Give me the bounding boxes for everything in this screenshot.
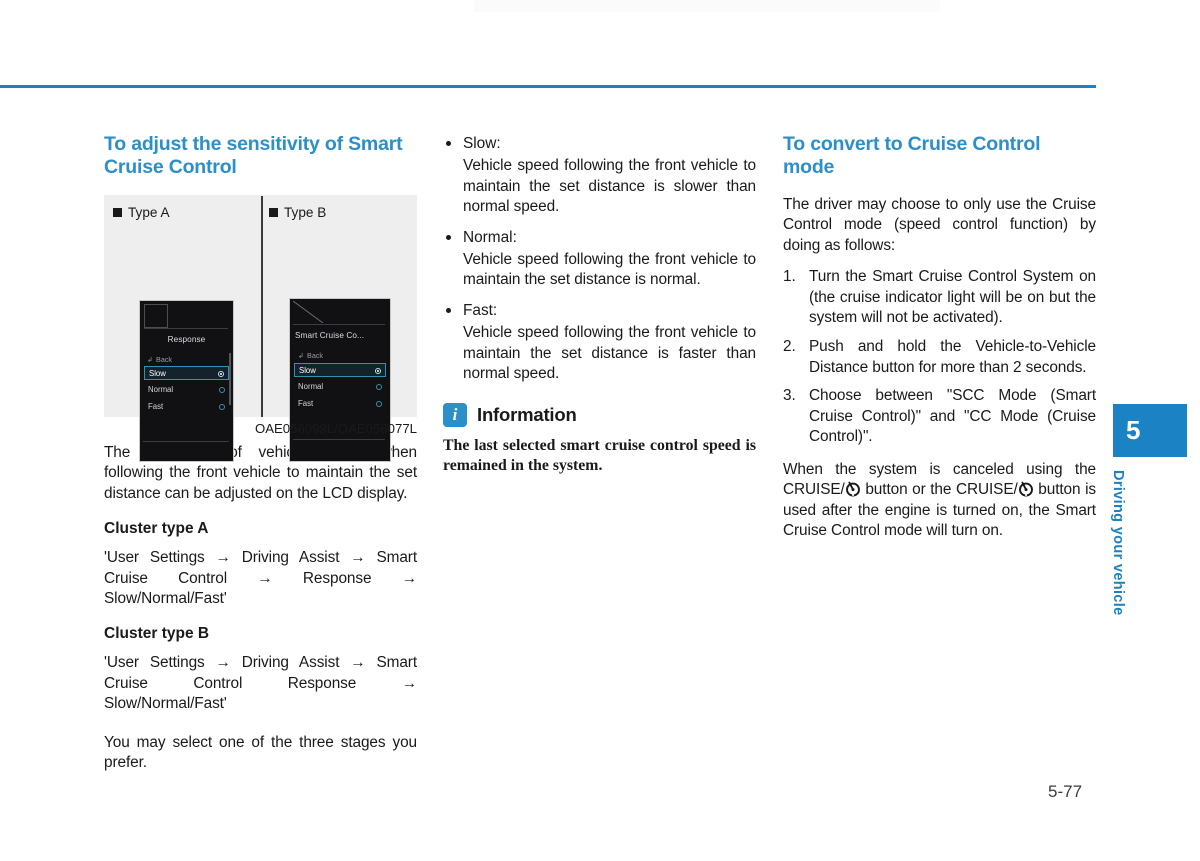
information-header: i Information xyxy=(443,402,756,427)
cluster-display-type-a: Response ↲ Back Slow Normal Fast xyxy=(139,300,234,462)
bullet-square-icon xyxy=(113,208,122,217)
cluster-a-corner-box xyxy=(144,304,168,328)
closing-text-part2: button or the CRUISE/ xyxy=(860,481,1018,499)
bullet-body-slow: Vehicle speed following the front vehicl… xyxy=(463,157,756,216)
right-intro-paragraph: The driver may choose to only use the Cr… xyxy=(783,196,1096,254)
radio-empty-icon xyxy=(376,401,382,407)
cruise-speedometer-icon xyxy=(845,481,861,497)
page-title-right: To convert to Cruise Control mode xyxy=(783,133,1041,178)
left-closing-paragraph: You may select one of the three stages y… xyxy=(104,733,417,772)
radio-empty-icon xyxy=(376,384,382,390)
bullet-title-slow-text: Slow: xyxy=(463,135,501,152)
step-text-3: Choose between "SCC Mode (Smart Cruise C… xyxy=(809,387,1096,446)
chapter-number: 5 xyxy=(1126,415,1141,445)
information-icon: i xyxy=(443,402,467,427)
column-left: To adjust the sensitivity of Smart Cruis… xyxy=(104,133,417,773)
cluster-b-option-fast-label: Fast xyxy=(298,399,314,408)
cruise-conversion-steps: 1. Turn the Smart Cruise Control System … xyxy=(783,267,1096,448)
cluster-b-back-row: ↲ Back xyxy=(298,351,323,360)
bullet-body-fast: Vehicle speed following the front vehicl… xyxy=(463,323,756,383)
cluster-b-option-normal[interactable]: Normal xyxy=(294,380,386,394)
list-item: 1. Turn the Smart Cruise Control System … xyxy=(783,267,1096,329)
step-number-1: 1. xyxy=(783,268,796,286)
cluster-type-a-path: 'User Settings → Driving Assist → Smart … xyxy=(104,549,417,608)
bullet-square-icon xyxy=(269,208,278,217)
list-item: Fast: Vehicle speed following the front … xyxy=(443,300,756,385)
cluster-type-a-heading: Cluster type A xyxy=(104,520,209,538)
right-closing-paragraph: When the system is canceled using the CR… xyxy=(783,460,1096,542)
radio-empty-icon xyxy=(219,387,225,393)
cluster-a-back-row: ↲ Back xyxy=(147,355,172,364)
cluster-b-bottom-separator xyxy=(293,439,385,440)
figure-label-a-text: Type A xyxy=(128,205,170,220)
figure-label-type-b: Type B xyxy=(269,205,326,221)
bullet-dot-icon xyxy=(446,307,451,313)
list-item: 3. Choose between "SCC Mode (Smart Cruis… xyxy=(783,386,1096,448)
cluster-b-title: Smart Cruise Co... xyxy=(295,331,365,340)
radio-selected-icon xyxy=(375,368,381,374)
figure-label-type-a: Type A xyxy=(113,205,170,221)
information-block: i Information The last selected smart cr… xyxy=(443,402,756,477)
page-title-left: To adjust the sensitivity of Smart Cruis… xyxy=(104,133,403,178)
cluster-a-option-normal-label: Normal xyxy=(148,385,174,394)
cluster-a-option-fast[interactable]: Fast xyxy=(144,400,229,414)
cluster-a-option-slow[interactable]: Slow xyxy=(144,366,229,380)
list-item: Normal: Vehicle speed following the fron… xyxy=(443,227,756,291)
return-arrow-icon: ↲ xyxy=(298,351,305,360)
page-number: 5-77 xyxy=(1048,782,1083,801)
chapter-tab: 5 xyxy=(1113,404,1187,457)
step-number-2: 2. xyxy=(783,338,796,355)
list-item: 2. Push and hold the Vehicle-to-Vehicle … xyxy=(783,337,1096,378)
step-number-3: 3. xyxy=(783,387,796,405)
cluster-b-option-slow[interactable]: Slow xyxy=(294,363,386,377)
bullet-title-normal: Normal: xyxy=(443,227,756,248)
cluster-a-bottom-separator xyxy=(143,441,229,442)
figure-label-b-text: Type B xyxy=(284,205,327,220)
return-arrow-icon: ↲ xyxy=(147,355,154,364)
cluster-a-title: Response xyxy=(167,335,206,344)
cluster-b-option-fast[interactable]: Fast xyxy=(294,397,386,411)
step-text-2: Push and hold the Vehicle-to-Vehicle Dis… xyxy=(809,338,1096,376)
cluster-a-option-slow-label: Slow xyxy=(149,369,166,378)
bullet-body-normal: Vehicle speed following the front vehicl… xyxy=(463,250,756,289)
bullet-dot-icon xyxy=(446,141,451,146)
cluster-b-option-normal-label: Normal xyxy=(298,382,324,391)
cruise-speedometer-icon xyxy=(1018,481,1034,497)
cluster-a-scrollbar[interactable] xyxy=(229,353,231,405)
cluster-b-back-label: Back xyxy=(307,351,324,360)
sensitivity-bullet-list: Slow: Vehicle speed following the front … xyxy=(443,133,756,385)
bullet-title-fast: Fast: xyxy=(443,300,756,321)
figure-caption: OAE056099L/OAE056077L xyxy=(254,421,417,436)
cluster-type-b-heading: Cluster type B xyxy=(104,625,210,643)
cluster-a-option-fast-label: Fast xyxy=(148,402,164,411)
cluster-b-corner-diagonal xyxy=(293,301,327,323)
bullet-title-slow: Slow: xyxy=(443,133,756,154)
bullet-dot-icon xyxy=(446,234,451,240)
top-scan-artifact xyxy=(474,0,940,12)
cluster-a-back-label: Back xyxy=(156,355,173,364)
cluster-type-b-path: 'User Settings → Driving Assist → Smart … xyxy=(104,654,417,713)
cluster-b-option-slow-label: Slow xyxy=(299,366,316,375)
cluster-display-type-b: Smart Cruise Co... ↲ Back Slow Normal Fas… xyxy=(289,298,391,462)
cluster-b-top-separator xyxy=(293,324,385,325)
information-title: Information xyxy=(477,403,577,425)
column-middle: Slow: Vehicle speed following the front … xyxy=(443,133,756,477)
information-text: The last selected smart cruise control s… xyxy=(443,436,756,475)
list-item: Slow: Vehicle speed following the front … xyxy=(443,133,756,218)
chapter-label: Driving your vehicle xyxy=(1110,470,1126,616)
cluster-figure: Type A Type B Response ↲ Back Slow Normal… xyxy=(104,195,417,462)
cluster-a-option-normal[interactable]: Normal xyxy=(144,383,229,397)
figure-divider xyxy=(261,196,263,417)
header-rule xyxy=(0,85,1096,88)
bullet-title-fast-text: Fast: xyxy=(463,301,498,319)
radio-selected-icon xyxy=(218,371,224,377)
column-right: To convert to Cruise Control mode The dr… xyxy=(783,133,1096,542)
bullet-title-normal-text: Normal: xyxy=(463,228,517,246)
radio-empty-icon xyxy=(219,404,225,410)
step-text-1: Turn the Smart Cruise Control System on … xyxy=(809,268,1096,327)
cluster-a-top-separator xyxy=(144,328,228,329)
